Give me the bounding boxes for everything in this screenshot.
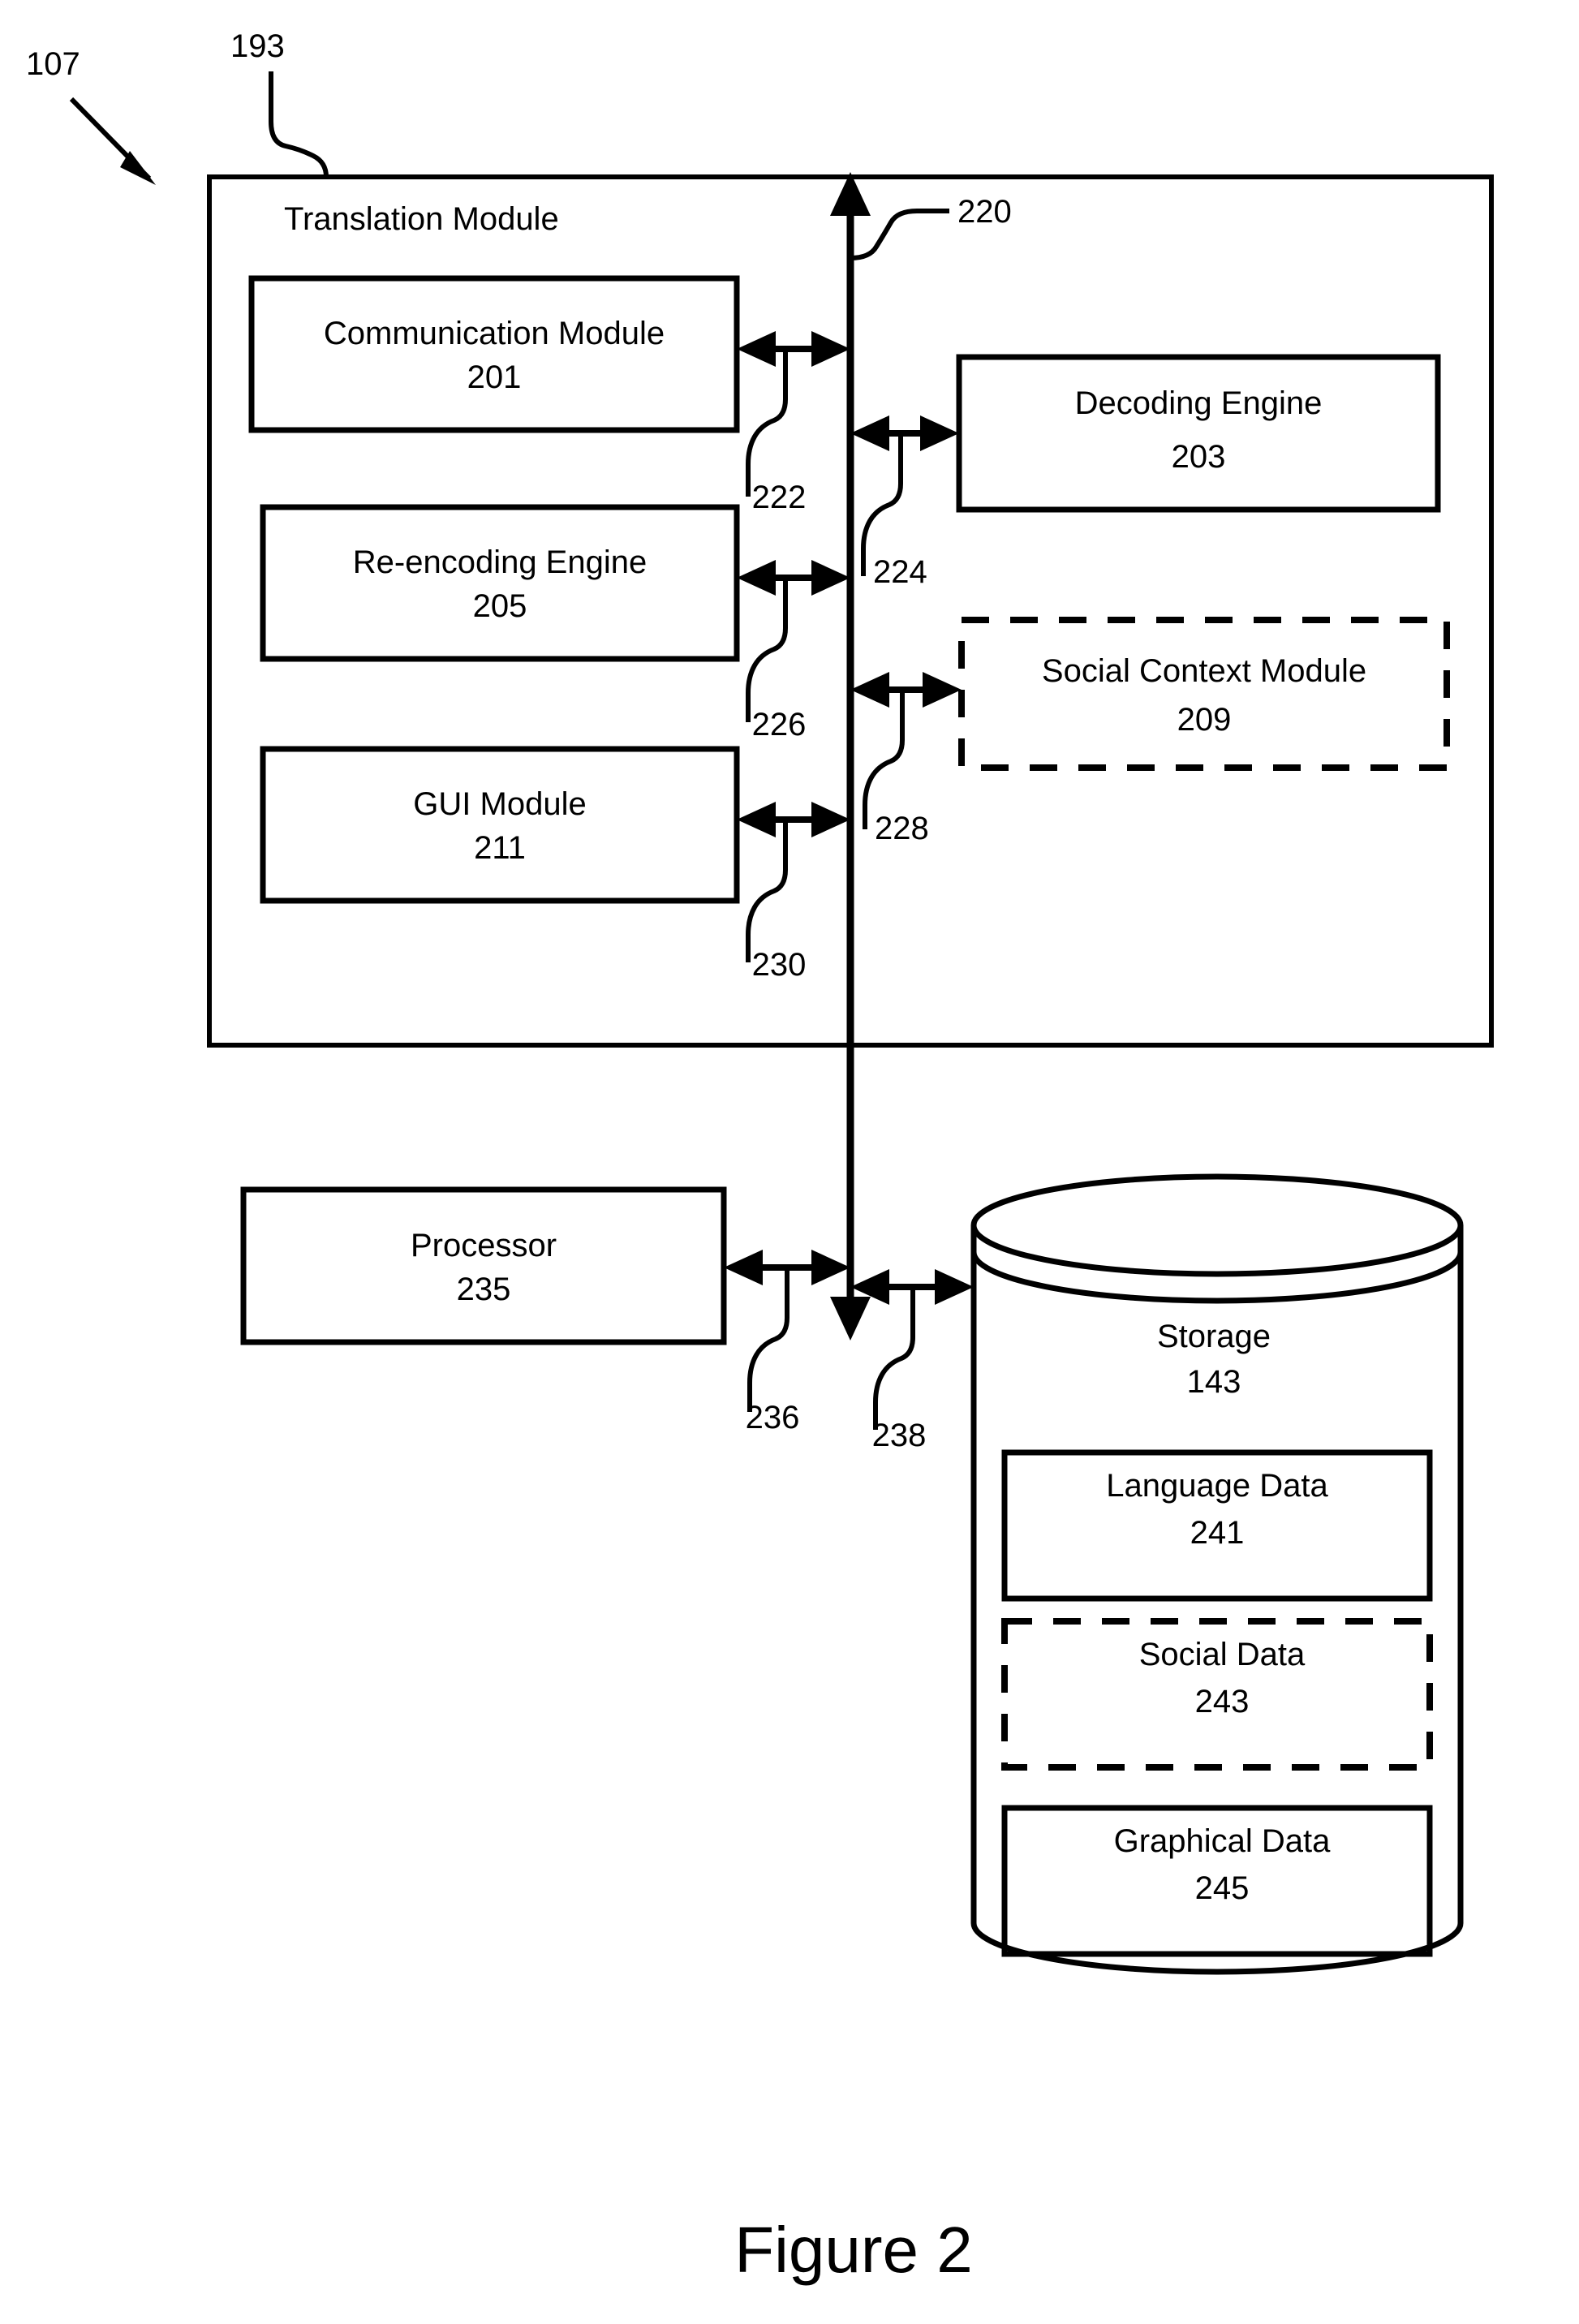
communication-module-ref: 201: [467, 359, 522, 395]
social-context-module-label: Social Context Module: [1042, 653, 1366, 689]
re-encoding-engine-label: Re-encoding Engine: [353, 544, 647, 580]
system-reference-label: 107: [26, 46, 80, 82]
connection-ref-236: 236: [746, 1400, 800, 1435]
processor-ref: 235: [457, 1272, 511, 1307]
bus-reference-label: 220: [957, 194, 1012, 230]
storage-label: Storage: [1157, 1319, 1271, 1354]
diagram-text-layer: 107 193 Translation Module Communication…: [26, 28, 1366, 2286]
graphical-data-label: Graphical Data: [1114, 1823, 1332, 1859]
social-context-module-ref: 209: [1177, 702, 1232, 738]
re-encoding-engine-ref: 205: [473, 588, 527, 624]
patent-figure-2: 107 193 Translation Module Communication…: [0, 0, 1579, 2324]
communication-module-label: Communication Module: [324, 316, 665, 351]
graphical-data-ref: 245: [1195, 1870, 1250, 1906]
gui-module-ref: 211: [474, 830, 526, 866]
connection-ref-230: 230: [752, 947, 807, 983]
decoding-engine-ref: 203: [1172, 439, 1226, 475]
storage-ref: 143: [1187, 1364, 1241, 1400]
figure-caption: Figure 2: [734, 2214, 972, 2286]
connection-ref-238: 238: [872, 1418, 927, 1453]
decoding-engine-label: Decoding Engine: [1075, 385, 1323, 421]
gui-module-label: GUI Module: [413, 786, 586, 822]
language-data-label: Language Data: [1106, 1468, 1328, 1504]
translation-module-title: Translation Module: [284, 201, 559, 237]
connection-ref-224: 224: [873, 554, 927, 590]
connection-ref-226: 226: [752, 707, 807, 742]
container-reference-label: 193: [230, 28, 285, 64]
social-data-ref: 243: [1195, 1684, 1250, 1719]
connection-ref-222: 222: [752, 480, 807, 515]
social-data-label: Social Data: [1139, 1637, 1306, 1672]
processor-label: Processor: [411, 1228, 557, 1263]
language-data-ref: 241: [1190, 1515, 1245, 1551]
connection-ref-228: 228: [875, 811, 929, 846]
